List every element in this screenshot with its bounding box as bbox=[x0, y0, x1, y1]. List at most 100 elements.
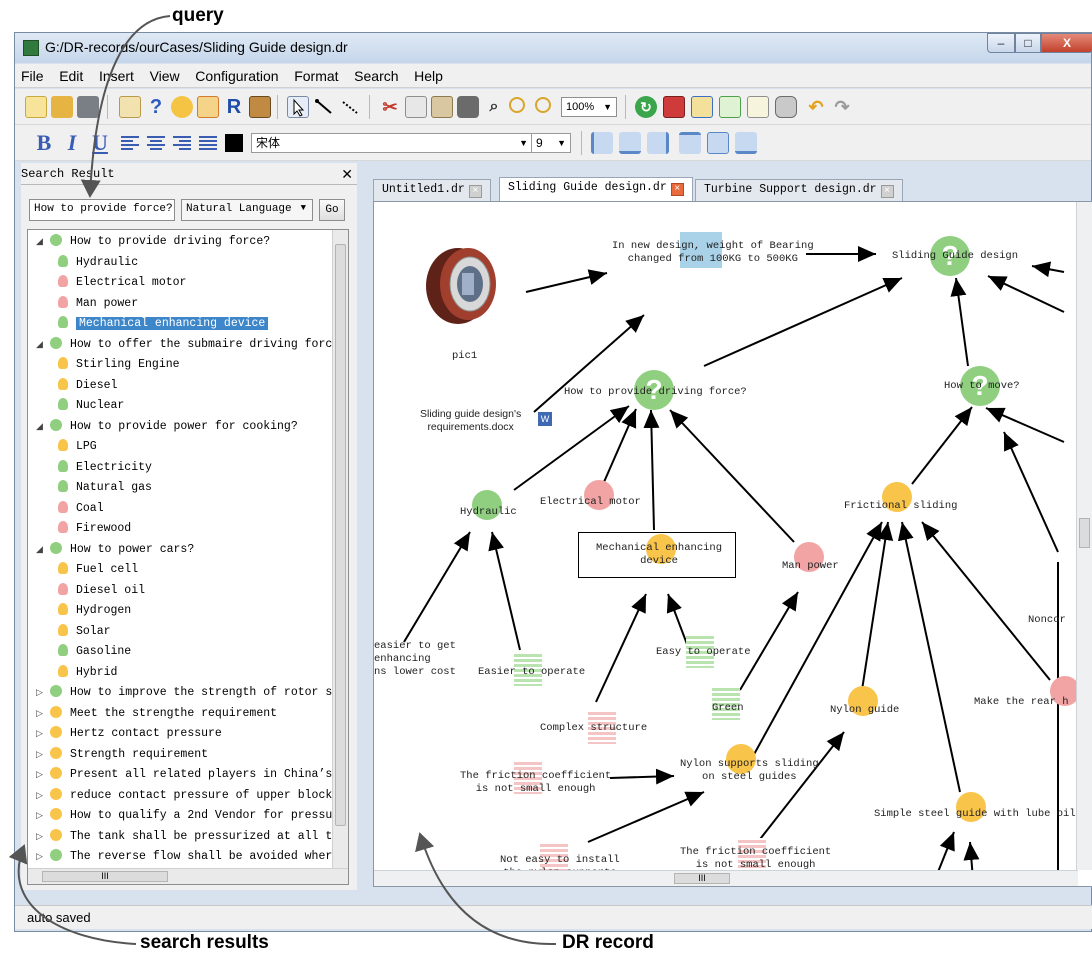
expand-icon[interactable]: ▷ bbox=[36, 806, 50, 826]
bearing-note[interactable]: In new design, weight of Bearing changed… bbox=[612, 240, 814, 266]
open-folder-icon[interactable] bbox=[51, 96, 73, 118]
tree-answer-row[interactable]: LPG bbox=[58, 437, 97, 457]
horizontal-scrollbar[interactable]: III bbox=[28, 868, 348, 884]
tree-answer-row[interactable]: Hybrid bbox=[58, 663, 117, 683]
tab-untitled[interactable]: Untitled1.dr × bbox=[373, 179, 491, 201]
node-easy-operate[interactable]: Easy to operate bbox=[656, 646, 751, 659]
tree-answer-row[interactable]: Diesel bbox=[58, 376, 117, 396]
tree-question-row[interactable]: ▷ Meet the strengthe requirement bbox=[36, 704, 277, 724]
help-icon[interactable]: ? bbox=[145, 96, 167, 118]
minimize-button[interactable]: – bbox=[987, 33, 1015, 53]
menu-edit[interactable]: Edit bbox=[53, 64, 89, 84]
tree-answer-row[interactable]: Man power bbox=[58, 294, 138, 314]
menu-insert[interactable]: Insert bbox=[93, 64, 140, 84]
list-icon[interactable] bbox=[747, 96, 769, 118]
align-right-icon[interactable] bbox=[171, 132, 193, 154]
close-icon[interactable]: × bbox=[468, 185, 482, 198]
align-objects-top-icon[interactable] bbox=[679, 132, 701, 154]
new-file-icon[interactable] bbox=[25, 96, 47, 118]
node-easier-left[interactable]: easier to get enhancing ns lower cost bbox=[374, 640, 456, 679]
tree-question-row[interactable]: ▷ Strength requirement bbox=[36, 745, 208, 765]
node-friction-left[interactable]: The friction coefficient is not small en… bbox=[460, 770, 611, 796]
tree-question-row[interactable]: ◢ How to power cars? bbox=[36, 540, 194, 560]
expand-icon[interactable]: ▷ bbox=[36, 847, 50, 867]
menu-search[interactable]: Search bbox=[348, 64, 404, 84]
tree-question-row[interactable]: ▷ The tank shall be pressurized at all t bbox=[36, 827, 332, 847]
expand-icon[interactable]: ▷ bbox=[36, 724, 50, 744]
dashed-line-icon[interactable] bbox=[339, 96, 361, 118]
go-button[interactable]: Go bbox=[319, 199, 345, 221]
node-hydraulic[interactable]: Hydraulic bbox=[460, 506, 517, 519]
close-button[interactable]: X bbox=[1041, 33, 1092, 53]
underline-icon[interactable]: U bbox=[89, 132, 111, 154]
node-how-to-provide[interactable]: How to provide driving force? bbox=[564, 386, 747, 399]
menu-help[interactable]: Help bbox=[408, 64, 449, 84]
collapse-icon[interactable]: ◢ bbox=[36, 417, 50, 437]
tree-question-row[interactable]: ▷ Present all related players in China’s bbox=[36, 765, 332, 785]
node-make-rear[interactable]: Make the rear h bbox=[974, 696, 1069, 709]
tree-question-row[interactable]: ◢ How to provide driving force? bbox=[36, 232, 270, 252]
refresh-icon[interactable]: ↻ bbox=[635, 96, 657, 118]
justify-icon[interactable] bbox=[197, 132, 219, 154]
expand-icon[interactable]: ▷ bbox=[36, 786, 50, 806]
horizontal-scrollbar[interactable]: III bbox=[374, 870, 1078, 886]
tree-question-row[interactable]: ▷ How to improve the strength of rotor s bbox=[36, 683, 332, 703]
pointer-icon[interactable] bbox=[287, 96, 309, 118]
tree-answer-row[interactable]: Diesel oil bbox=[58, 581, 145, 601]
align-objects-left-icon[interactable] bbox=[591, 132, 613, 154]
tree-answer-row[interactable]: Coal bbox=[58, 499, 104, 519]
expand-icon[interactable]: ▷ bbox=[36, 765, 50, 785]
collapse-icon[interactable]: ◢ bbox=[36, 540, 50, 560]
node-man-power[interactable]: Man power bbox=[782, 560, 839, 573]
node-simple-steel[interactable]: Simple steel guide with lube oil bbox=[874, 808, 1076, 821]
tree-answer-row[interactable]: Natural gas bbox=[58, 478, 152, 498]
redo-icon[interactable]: ↷ bbox=[831, 96, 853, 118]
menu-configuration[interactable]: Configuration bbox=[189, 64, 284, 84]
font-size-select[interactable]: 9 ▼ bbox=[531, 133, 571, 153]
align-objects-middle-icon[interactable] bbox=[707, 132, 729, 154]
node-requirements-doc[interactable]: Sliding guide design's requirements.docx bbox=[420, 408, 521, 434]
find-icon[interactable]: ⌕ bbox=[483, 96, 505, 118]
save-icon[interactable] bbox=[77, 96, 99, 118]
menu-format[interactable]: Format bbox=[288, 64, 344, 84]
bearing-image[interactable] bbox=[422, 240, 502, 330]
tree-answer-row[interactable]: Fuel cell bbox=[58, 560, 138, 580]
tab-turbine-support[interactable]: Turbine Support design.dr × bbox=[695, 179, 903, 201]
expand-icon[interactable]: ▷ bbox=[36, 704, 50, 724]
node-easier-operate[interactable]: Easier to operate bbox=[478, 666, 585, 679]
node-green[interactable]: Green bbox=[712, 702, 744, 715]
tree-answer-row[interactable]: Solar bbox=[58, 622, 111, 642]
menu-view[interactable]: View bbox=[144, 64, 186, 84]
notepad-icon[interactable] bbox=[691, 96, 713, 118]
align-left-icon[interactable] bbox=[119, 132, 141, 154]
tree-answer-row[interactable]: Firewood bbox=[58, 519, 131, 539]
tree-answer-row[interactable]: Electrical motor bbox=[58, 273, 186, 293]
image-icon[interactable] bbox=[249, 96, 271, 118]
tree-question-row[interactable]: ▷ reduce contact pressure of upper block bbox=[36, 786, 332, 806]
dr-record-canvas[interactable]: pic1 In new design, weight of Bearing ch… bbox=[373, 201, 1092, 887]
node-nylon-supports[interactable]: Nylon supports sliding on steel guides bbox=[680, 758, 819, 784]
collapse-icon[interactable]: ◢ bbox=[36, 232, 50, 252]
copy-icon[interactable] bbox=[405, 96, 427, 118]
scrollbar-thumb[interactable]: III bbox=[42, 871, 168, 882]
vertical-scrollbar[interactable] bbox=[1076, 202, 1092, 870]
node-sliding-guide[interactable]: Sliding Guide design bbox=[892, 250, 1018, 263]
tree-question-row[interactable]: ▷ The reverse flow shall be avoided wher bbox=[36, 847, 332, 867]
close-icon[interactable]: × bbox=[670, 183, 684, 196]
tree-answer-row[interactable]: Electricity bbox=[58, 458, 152, 478]
font-name-select[interactable]: 宋体 ▼ bbox=[251, 133, 535, 153]
search-mode-select[interactable]: Natural Language ▼ bbox=[181, 199, 313, 221]
expand-icon[interactable]: ▷ bbox=[36, 683, 50, 703]
align-objects-right-icon[interactable] bbox=[647, 132, 669, 154]
zoom-in-icon[interactable] bbox=[509, 97, 525, 113]
zoom-select[interactable]: 100% ▼ bbox=[561, 97, 617, 117]
cut-icon[interactable]: ✂ bbox=[379, 96, 401, 118]
zoom-out-icon[interactable] bbox=[535, 97, 551, 113]
tree-answer-row[interactable]: Hydrogen bbox=[58, 601, 131, 621]
menu-file[interactable]: File bbox=[15, 64, 50, 84]
node-nylon-guide[interactable]: Nylon guide bbox=[830, 704, 899, 717]
edit-icon[interactable] bbox=[119, 96, 141, 118]
node-mech-device[interactable]: Mechanical enhancing device bbox=[596, 542, 722, 568]
undo-icon[interactable]: ↶ bbox=[805, 96, 827, 118]
delete-icon[interactable] bbox=[457, 96, 479, 118]
